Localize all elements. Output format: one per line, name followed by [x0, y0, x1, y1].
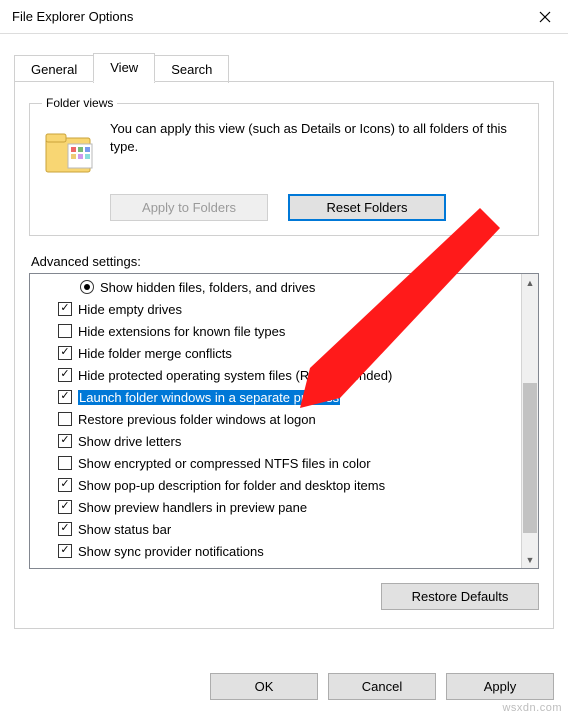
- scroll-thumb[interactable]: [523, 383, 537, 533]
- watermark: wsxdn.com: [502, 702, 562, 714]
- setting-label: Restore previous folder windows at logon: [78, 412, 316, 427]
- checkbox-icon[interactable]: [58, 434, 72, 448]
- setting-row[interactable]: Hide protected operating system files (R…: [30, 364, 521, 386]
- reset-folders-button[interactable]: Reset Folders: [288, 194, 446, 221]
- checkbox-icon[interactable]: [58, 544, 72, 558]
- radio-icon[interactable]: [80, 280, 94, 294]
- setting-row[interactable]: Show status bar: [30, 518, 521, 540]
- close-button[interactable]: [522, 0, 568, 34]
- setting-label: Hide extensions for known file types: [78, 324, 285, 339]
- folder-views-group: Folder views You can apply this view (su…: [29, 96, 539, 236]
- setting-label: Show hidden files, folders, and drives: [100, 280, 315, 295]
- cancel-button[interactable]: Cancel: [328, 673, 436, 700]
- setting-label: Show preview handlers in preview pane: [78, 500, 307, 515]
- setting-row[interactable]: Launch folder windows in a separate proc…: [30, 386, 521, 408]
- folder-icon: [42, 124, 98, 180]
- close-icon: [539, 11, 551, 23]
- setting-row[interactable]: Hide folder merge conflicts: [30, 342, 521, 364]
- tab-search[interactable]: Search: [154, 55, 229, 83]
- advanced-settings-list[interactable]: Show hidden files, folders, and drives Hi…: [29, 273, 539, 569]
- tab-strip: General View Search: [14, 52, 568, 81]
- setting-label: Show pop-up description for folder and d…: [78, 478, 385, 493]
- checkbox-icon[interactable]: [58, 302, 72, 316]
- checkbox-icon[interactable]: [58, 368, 72, 382]
- checkbox-icon[interactable]: [58, 346, 72, 360]
- checkbox-icon[interactable]: [58, 522, 72, 536]
- setting-row[interactable]: Show hidden files, folders, and drives: [30, 276, 521, 298]
- scroll-down-icon[interactable]: ▼: [522, 551, 538, 568]
- setting-row[interactable]: Show sync provider notifications: [30, 540, 521, 562]
- window-title: File Explorer Options: [12, 9, 133, 24]
- titlebar: File Explorer Options: [0, 0, 568, 34]
- advanced-settings-label: Advanced settings:: [31, 254, 539, 269]
- ok-button[interactable]: OK: [210, 673, 318, 700]
- setting-label: Hide empty drives: [78, 302, 182, 317]
- setting-row[interactable]: Show pop-up description for folder and d…: [30, 474, 521, 496]
- dialog-buttons: OK Cancel Apply: [210, 673, 554, 700]
- restore-defaults-button[interactable]: Restore Defaults: [381, 583, 539, 610]
- setting-row[interactable]: Restore previous folder windows at logon: [30, 408, 521, 430]
- setting-row[interactable]: Show drive letters: [30, 430, 521, 452]
- tab-panel-view: Folder views You can apply this view (su…: [14, 81, 554, 629]
- scroll-up-icon[interactable]: ▲: [522, 274, 538, 291]
- setting-row[interactable]: Hide extensions for known file types: [30, 320, 521, 342]
- checkbox-icon[interactable]: [58, 500, 72, 514]
- checkbox-icon[interactable]: [58, 412, 72, 426]
- tab-general[interactable]: General: [14, 55, 94, 83]
- setting-label: Show drive letters: [78, 434, 181, 449]
- checkbox-icon[interactable]: [58, 390, 72, 404]
- setting-row[interactable]: Show preview handlers in preview pane: [30, 496, 521, 518]
- checkbox-icon[interactable]: [58, 324, 72, 338]
- setting-row[interactable]: Hide empty drives: [30, 298, 521, 320]
- tab-view[interactable]: View: [93, 53, 155, 82]
- apply-to-folders-button: Apply to Folders: [110, 194, 268, 221]
- apply-button[interactable]: Apply: [446, 673, 554, 700]
- setting-label: Hide folder merge conflicts: [78, 346, 232, 361]
- setting-label: Show status bar: [78, 522, 171, 537]
- checkbox-icon[interactable]: [58, 478, 72, 492]
- setting-label: Launch folder windows in a separate proc…: [78, 390, 340, 405]
- checkbox-icon[interactable]: [58, 456, 72, 470]
- setting-label: Show sync provider notifications: [78, 544, 264, 559]
- folder-views-legend: Folder views: [42, 96, 117, 110]
- folder-views-text: You can apply this view (such as Details…: [110, 120, 526, 155]
- setting-label: Hide protected operating system files (R…: [78, 368, 392, 383]
- scroll-track[interactable]: [522, 291, 538, 551]
- scrollbar[interactable]: ▲ ▼: [521, 274, 538, 568]
- setting-row[interactable]: Show encrypted or compressed NTFS files …: [30, 452, 521, 474]
- setting-label: Show encrypted or compressed NTFS files …: [78, 456, 371, 471]
